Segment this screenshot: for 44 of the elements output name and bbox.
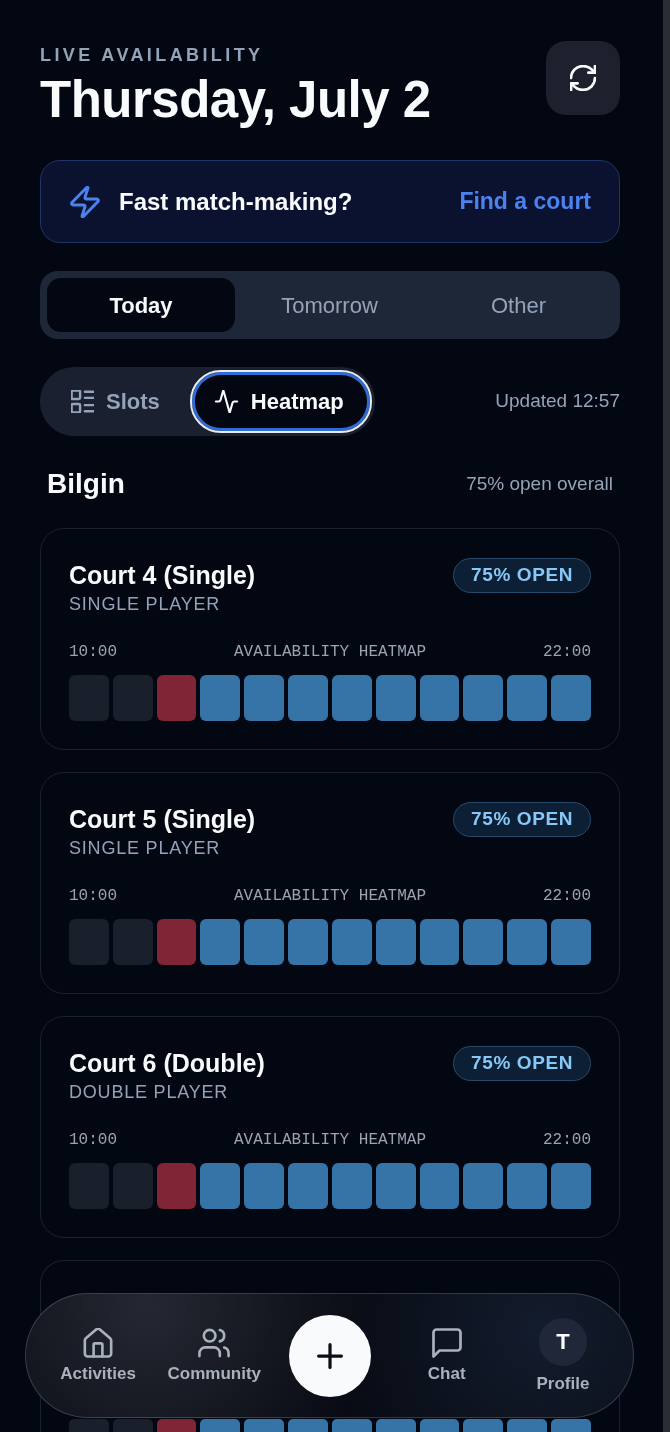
page-title: Thursday, July 2 [40, 72, 431, 128]
profile-tab[interactable]: T Profile [536, 1317, 590, 1394]
day-tab[interactable]: Other [424, 278, 613, 332]
heatmap-title: AVAILABILITY HEATMAP [234, 886, 426, 906]
court-name: Court 5 (Single) [69, 804, 256, 834]
heatmap-title: AVAILABILITY HEATMAP [234, 642, 426, 662]
heatmap-title: AVAILABILITY HEATMAP [234, 1130, 426, 1150]
nav-tab[interactable]: Community [167, 1327, 262, 1384]
court-type: SINGLE PLAYER [69, 837, 222, 859]
people-icon [198, 1327, 231, 1358]
nav-tab[interactable]: Chat [427, 1327, 466, 1384]
start-time-label: 10:00 [69, 642, 117, 662]
venue-name: Bilgin [47, 467, 125, 501]
plus-icon [317, 1342, 344, 1369]
start-time-label: 10:00 [69, 1130, 117, 1150]
availability-badge: 75% OPEN [453, 558, 591, 593]
end-time-label: 22:00 [543, 642, 591, 662]
chat-bubble-icon [431, 1327, 462, 1358]
updated-time: Updated 12:57 [495, 389, 620, 414]
profile-avatar: T [538, 1317, 587, 1366]
pulse-icon [213, 390, 239, 413]
end-time-label: 22:00 [543, 886, 591, 906]
refresh-button[interactable] [546, 41, 620, 115]
day-tab[interactable]: Today [47, 278, 235, 332]
nav-tab[interactable]: Activities [60, 1327, 136, 1384]
court-type: DOUBLE PLAYER [69, 1081, 230, 1103]
start-time-label: 10:00 [69, 886, 117, 906]
court-name: Court 6 (Double) [69, 1048, 265, 1078]
lightning-icon [70, 185, 100, 218]
availability-badge: 75% OPEN [453, 802, 591, 837]
promo-text: Fast match-making? [119, 186, 353, 217]
view-toggle-button[interactable]: Slots [43, 370, 190, 433]
end-time-label: 22:00 [543, 1130, 591, 1150]
home-icon [83, 1327, 114, 1358]
find-court-link[interactable]: Find a court [459, 184, 591, 219]
venue-summary: 75% open overall [466, 471, 613, 496]
list-icon [71, 390, 94, 413]
availability-badge: 75% OPEN [453, 1046, 591, 1081]
view-toggle-button[interactable]: Heatmap [189, 370, 372, 433]
refresh-icon [570, 65, 596, 91]
court-type: SINGLE PLAYER [69, 593, 222, 615]
day-tab[interactable]: Tomorrow [235, 278, 424, 332]
court-name: Court 4 (Single) [69, 560, 256, 590]
section-eyebrow: LIVE AVAILABILITY [40, 45, 265, 65]
